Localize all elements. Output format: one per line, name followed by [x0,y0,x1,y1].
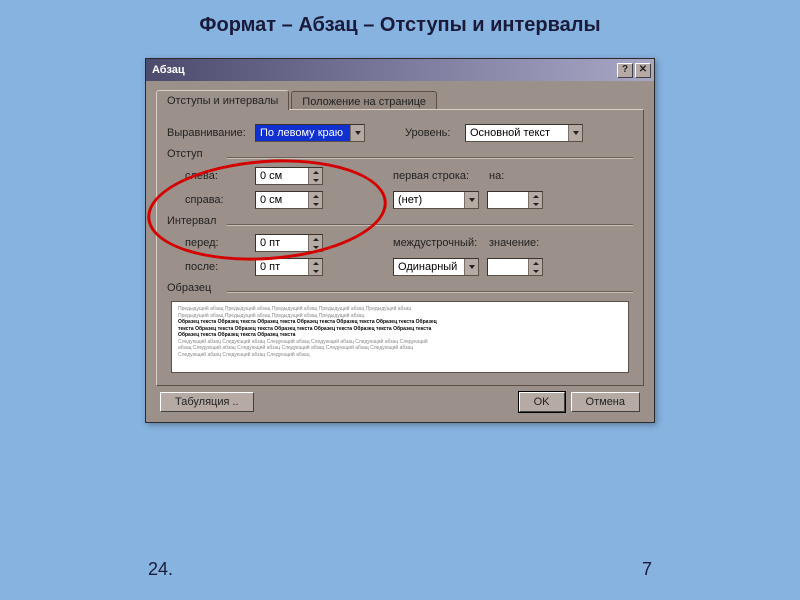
alignment-value: По левому краю [256,127,350,139]
at-spinner[interactable] [487,258,543,276]
after-spinner[interactable]: 0 пт [255,258,323,276]
spin-up-icon[interactable] [308,235,322,243]
indent-right-spinner[interactable]: 0 см [255,191,323,209]
close-button[interactable]: ✕ [635,63,651,78]
indent-left-label: слева: [185,170,255,182]
chevron-down-icon[interactable] [568,125,582,141]
spin-up-icon[interactable] [308,168,322,176]
tabs-button[interactable]: Табуляция .. [160,392,254,412]
level-value: Основной текст [466,127,568,139]
preview-box: Предыдущий абзац Предыдущий абзац Предыд… [171,301,629,373]
paragraph-dialog: Абзац ? ✕ Отступы и интервалы Положение … [145,58,655,423]
by-label: на: [489,170,529,182]
after-value: 0 пт [256,261,308,273]
spin-down-icon[interactable] [308,176,322,184]
spin-up-icon[interactable] [528,192,542,200]
spin-down-icon[interactable] [308,267,322,275]
tab-position[interactable]: Положение на странице [291,91,437,111]
indent-left-value: 0 см [256,170,308,182]
spin-down-icon[interactable] [528,200,542,208]
preview-group-label: Образец [167,282,633,294]
chevron-down-icon[interactable] [350,125,364,141]
firstline-label: первая строка: [393,170,489,182]
indent-left-spinner[interactable]: 0 см [255,167,323,185]
chevron-down-icon[interactable] [464,192,478,208]
help-button[interactable]: ? [617,63,633,78]
alignment-combo[interactable]: По левому краю [255,124,365,142]
indent-right-value: 0 см [256,194,308,206]
spacing-group-label: Интервал [167,215,633,227]
footer-left: 24. [148,559,173,580]
indent-group-label: Отступ [167,148,633,160]
chevron-down-icon[interactable] [464,259,478,275]
titlebar-text: Абзац [152,64,617,76]
line-spacing-label: междустрочный: [393,237,489,249]
line-spacing-value: Одинарный [394,261,464,273]
level-label: Уровень: [405,127,465,139]
spin-up-icon[interactable] [308,192,322,200]
before-label: перед: [185,237,255,249]
at-label: значение: [489,237,545,249]
spin-down-icon[interactable] [308,243,322,251]
footer-right: 7 [642,559,652,580]
tab-indents[interactable]: Отступы и интервалы [156,90,289,110]
tab-panel: Выравнивание: По левому краю Уровень: Ос… [156,109,644,386]
spin-down-icon[interactable] [308,200,322,208]
before-spinner[interactable]: 0 пт [255,234,323,252]
titlebar[interactable]: Абзац ? ✕ [146,59,654,81]
firstline-combo[interactable]: (нет) [393,191,479,209]
spin-up-icon[interactable] [528,259,542,267]
ok-button[interactable]: OK [519,392,565,412]
indent-right-label: справа: [185,194,255,206]
by-spinner[interactable] [487,191,543,209]
alignment-label: Выравнивание: [167,127,255,139]
firstline-value: (нет) [394,194,464,206]
line-spacing-combo[interactable]: Одинарный [393,258,479,276]
spin-up-icon[interactable] [308,259,322,267]
cancel-button[interactable]: Отмена [571,392,640,412]
before-value: 0 пт [256,237,308,249]
slide-title: Формат – Абзац – Отступы и интервалы [0,0,800,45]
spin-down-icon[interactable] [528,267,542,275]
after-label: после: [185,261,255,273]
level-combo[interactable]: Основной текст [465,124,583,142]
